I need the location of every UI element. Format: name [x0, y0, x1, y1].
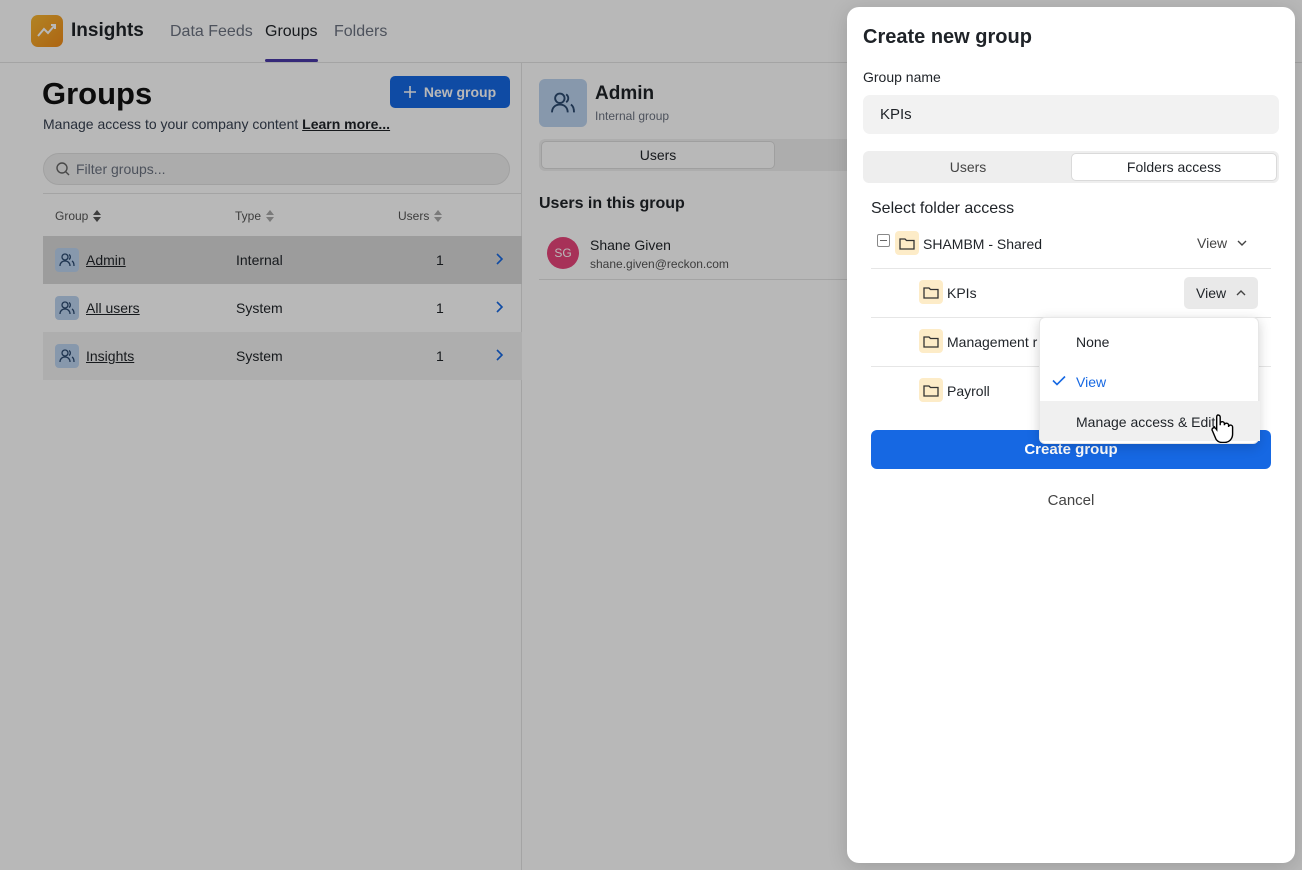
- menu-item-view[interactable]: View: [1040, 361, 1260, 401]
- permission-select-open[interactable]: View: [1184, 277, 1259, 309]
- permission-select[interactable]: View: [1185, 227, 1259, 259]
- folder-name: KPIs: [947, 285, 977, 301]
- group-name-label: Group name: [863, 69, 941, 85]
- folder-row-shambm-shared: SHAMBM - Shared View: [871, 220, 1271, 269]
- menu-item-none[interactable]: None: [1040, 321, 1260, 361]
- folder-name: SHAMBM - Shared: [923, 236, 1043, 252]
- collapse-toggle-icon[interactable]: [877, 234, 890, 247]
- permission-value: View: [1196, 285, 1227, 301]
- folder-icon: [919, 280, 943, 304]
- chevron-down-icon: [1237, 240, 1247, 246]
- folder-icon: [919, 329, 943, 353]
- folder-icon: [895, 231, 919, 255]
- tab-folders-access[interactable]: Folders access: [1071, 153, 1277, 181]
- chevron-up-icon: [1236, 290, 1246, 296]
- group-name-input[interactable]: [863, 95, 1279, 134]
- hand-cursor-icon: [1211, 414, 1234, 443]
- panel-title: Create new group: [863, 26, 1032, 48]
- menu-item-label: None: [1076, 334, 1110, 350]
- folder-access-section-title: Select folder access: [871, 200, 1015, 217]
- permission-value: View: [1197, 235, 1228, 251]
- tab-users[interactable]: Users: [865, 153, 1071, 181]
- folder-icon: [919, 378, 943, 402]
- panel-tabs: Users Folders access: [863, 151, 1279, 183]
- check-icon: [1052, 375, 1066, 386]
- folder-row-kpis: KPIs View: [871, 269, 1271, 318]
- menu-item-label: View: [1076, 374, 1107, 390]
- menu-item-label: Manage access & Edit: [1076, 414, 1216, 430]
- cancel-button[interactable]: Cancel: [871, 487, 1271, 513]
- folder-name: Payroll: [947, 383, 990, 399]
